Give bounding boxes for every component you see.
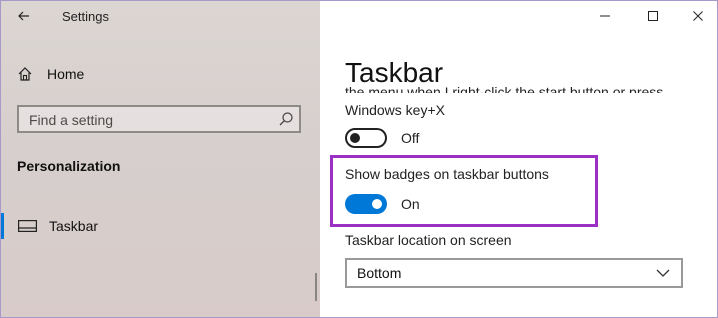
- close-button[interactable]: [689, 7, 707, 25]
- minimize-button[interactable]: [596, 7, 614, 25]
- settings-window: Settings Home Find a setting Personaliza…: [0, 0, 718, 318]
- taskbar-location-dropdown[interactable]: Bottom: [345, 258, 683, 288]
- show-badges-label: Show badges on taskbar buttons: [345, 166, 549, 182]
- home-icon: [18, 67, 32, 81]
- sidebar-scrollbar[interactable]: [315, 273, 317, 301]
- sidebar: Settings Home Find a setting Personaliza…: [1, 1, 320, 317]
- toggle-state-label: On: [401, 196, 420, 212]
- section-title: Personalization: [17, 158, 121, 174]
- back-arrow-icon[interactable]: [13, 5, 35, 27]
- dropdown-value: Bottom: [357, 265, 402, 281]
- sidebar-item-label: Taskbar: [49, 218, 99, 234]
- search-input[interactable]: Find a setting: [17, 105, 301, 133]
- close-icon: [693, 11, 703, 21]
- selected-indicator: [1, 213, 4, 239]
- sidebar-item-label: Home: [47, 66, 85, 82]
- toggle-knob: [350, 133, 360, 143]
- maximize-icon: [648, 11, 658, 21]
- partial-setting-description-end: Windows key+X: [345, 102, 445, 118]
- taskbar-location-label: Taskbar location on screen: [345, 232, 512, 248]
- minimize-icon: [600, 15, 610, 17]
- sidebar-item-taskbar[interactable]: Taskbar: [1, 213, 320, 239]
- maximize-button[interactable]: [644, 7, 662, 25]
- toggle-knob: [372, 199, 382, 209]
- toggle-state-label: Off: [401, 130, 420, 146]
- main-content: Taskbar the menu when I right-click the …: [320, 1, 717, 317]
- winx-powershell-toggle[interactable]: [345, 128, 387, 148]
- chevron-down-icon: [656, 269, 670, 277]
- search-placeholder: Find a setting: [29, 112, 114, 128]
- search-icon[interactable]: [277, 110, 295, 128]
- sidebar-item-home[interactable]: Home: [17, 63, 84, 85]
- partial-setting-description: the menu when I right-click the start bu…: [345, 84, 664, 93]
- app-title: Settings: [62, 9, 109, 24]
- show-badges-toggle[interactable]: [345, 194, 387, 214]
- taskbar-icon: [18, 220, 37, 232]
